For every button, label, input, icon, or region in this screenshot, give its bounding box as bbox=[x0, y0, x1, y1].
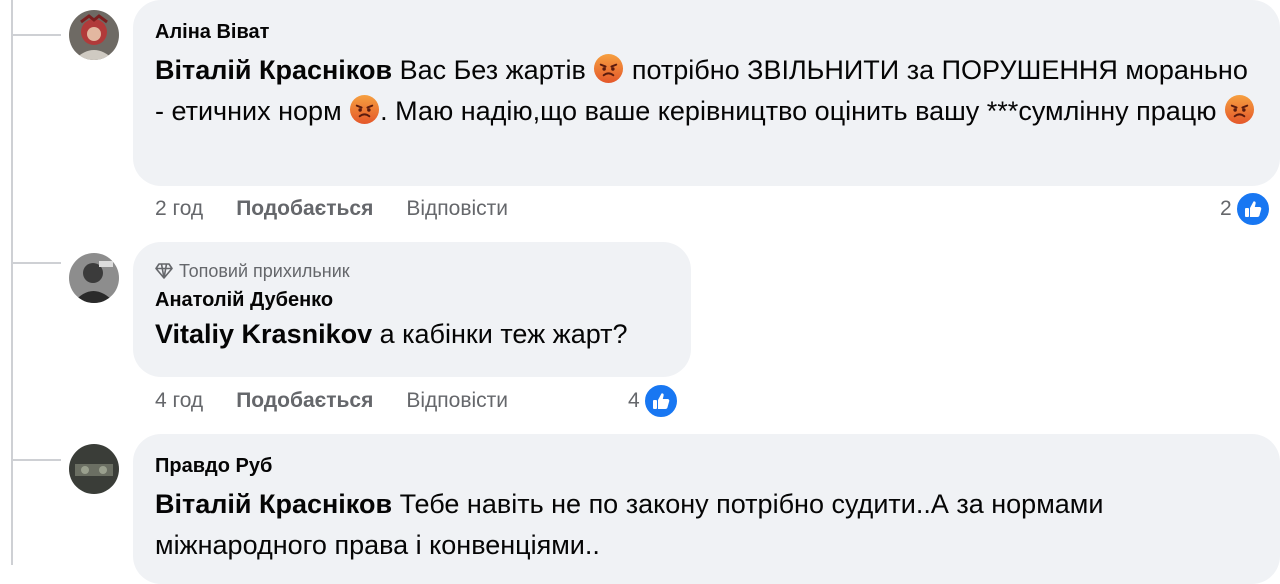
like-icon bbox=[1234, 191, 1271, 227]
comment-bubble: Топовий прихильник Анатолій Дубенко Vita… bbox=[133, 242, 691, 377]
text-segment: а кабінки теж жарт? bbox=[372, 319, 628, 349]
like-icon bbox=[642, 383, 679, 419]
avatar[interactable] bbox=[69, 253, 119, 303]
comment-author[interactable]: Аліна Віват bbox=[155, 20, 1258, 44]
reply-button[interactable]: Відповісти bbox=[406, 389, 508, 413]
comment-bubble: Правдо Руб Віталій Красніков Тебе навіть… bbox=[133, 434, 1280, 584]
reaction-count: 4 bbox=[628, 389, 640, 412]
like-button[interactable]: Подобається bbox=[236, 389, 373, 413]
mention-link[interactable]: Vitaliy Krasnikov bbox=[155, 319, 372, 349]
reaction-summary[interactable]: 4 bbox=[628, 383, 679, 419]
comment-actions: 2 год Подобається Відповісти bbox=[155, 197, 508, 221]
reaction-count: 2 bbox=[1220, 197, 1232, 220]
comment-text: Віталій Красніков Вас Без жартів потрібн… bbox=[155, 50, 1258, 132]
thread-branch bbox=[11, 34, 61, 36]
thread-branch bbox=[11, 459, 61, 461]
comment-timestamp[interactable]: 4 год bbox=[155, 389, 203, 413]
mention-link[interactable]: Віталій Красніков bbox=[155, 55, 392, 85]
reaction-summary[interactable]: 2 bbox=[1220, 191, 1271, 227]
like-button[interactable]: Подобається bbox=[236, 197, 373, 221]
top-fan-badge[interactable]: Топовий прихильник bbox=[155, 260, 669, 282]
avatar[interactable] bbox=[69, 444, 119, 494]
badge-label: Топовий прихильник bbox=[179, 260, 350, 281]
comment-bubble: Аліна Віват Віталій Красніков Вас Без жа… bbox=[133, 0, 1280, 186]
mention-link[interactable]: Віталій Красніков bbox=[155, 489, 392, 519]
comment-timestamp[interactable]: 2 год bbox=[155, 197, 203, 221]
text-segment: Вас Без жартів bbox=[392, 55, 594, 85]
reply-button[interactable]: Відповісти bbox=[406, 197, 508, 221]
text-segment: . Маю надію,що ваше керівництво оцінить … bbox=[380, 96, 1225, 126]
angry-face-icon bbox=[1224, 94, 1255, 125]
comment-text: Віталій Красніков Тебе навіть не по зако… bbox=[155, 484, 1258, 566]
comment-author[interactable]: Правдо Руб bbox=[155, 454, 1258, 478]
angry-face-icon bbox=[593, 53, 624, 84]
diamond-icon bbox=[155, 263, 173, 279]
comment-text: Vitaliy Krasnikov а кабінки теж жарт? bbox=[155, 314, 669, 355]
avatar[interactable] bbox=[69, 10, 119, 60]
angry-face-icon bbox=[349, 94, 380, 125]
comment-thread-line bbox=[11, 0, 13, 565]
thread-branch bbox=[11, 262, 61, 264]
comment-actions: 4 год Подобається Відповісти bbox=[155, 389, 508, 413]
comment-author[interactable]: Анатолій Дубенко bbox=[155, 288, 669, 312]
